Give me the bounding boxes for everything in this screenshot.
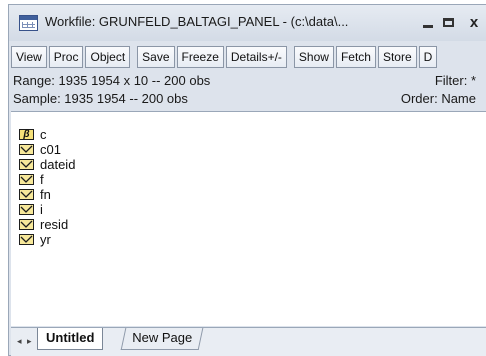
proc-button[interactable]: Proc	[48, 46, 84, 68]
object-label: fn	[40, 187, 51, 202]
sample-text[interactable]: Sample: 1935 1954 -- 200 obs	[13, 91, 188, 106]
page-tab-bar: ◂ ▸ Untitled New Page	[11, 327, 486, 356]
object-label: f	[40, 172, 44, 187]
object-item-yr[interactable]: yr	[19, 232, 51, 247]
freeze-button[interactable]: Freeze	[176, 46, 224, 68]
title-bar[interactable]: Workfile: GRUNFELD_BALTAGI_PANEL - (c:\d…	[9, 5, 486, 41]
object-label: i	[40, 202, 43, 217]
object-label: dateid	[40, 157, 76, 172]
fetch-button[interactable]: Fetch	[335, 46, 376, 68]
maximize-icon	[443, 18, 454, 27]
details-button[interactable]: Details+/-	[225, 46, 287, 68]
tab-new-page-label: New Page	[132, 330, 193, 345]
save-button[interactable]: Save	[137, 46, 175, 68]
object-label: c01	[40, 142, 61, 157]
tab-new-page[interactable]: New Page	[120, 328, 204, 350]
workfile-window: Workfile: GRUNFELD_BALTAGI_PANEL - (c:\d…	[8, 4, 486, 356]
object-label: c	[40, 127, 47, 142]
minimize-icon	[423, 25, 433, 28]
object-item-c[interactable]: β c	[19, 127, 47, 142]
object-item-dateid[interactable]: dateid	[19, 157, 76, 172]
object-item-c01[interactable]: c01	[19, 142, 61, 157]
tab-scroll-right-icon[interactable]: ▸	[27, 336, 32, 347]
coef-vector-icon: β	[19, 129, 34, 140]
tab-scroll-left-icon[interactable]: ◂	[17, 336, 22, 347]
minimize-button[interactable]	[418, 13, 438, 33]
object-item-i[interactable]: i	[19, 202, 43, 217]
view-button[interactable]: View	[11, 46, 47, 68]
close-button[interactable]: x	[464, 13, 484, 33]
workfile-app-icon	[19, 15, 38, 31]
range-text[interactable]: Range: 1935 1954 x 10 -- 200 obs	[13, 73, 210, 88]
series-icon	[19, 159, 34, 170]
tab-untitled[interactable]: Untitled	[37, 328, 104, 350]
object-item-fn[interactable]: fn	[19, 187, 51, 202]
series-icon	[19, 144, 34, 155]
maximize-button[interactable]	[439, 13, 459, 33]
object-list[interactable]: β c c01 dateid f fn i resid yr	[11, 111, 486, 326]
order-text[interactable]: Order: Name	[401, 91, 476, 106]
workfile-toolbar: View Proc Object Save Freeze Details+/- …	[9, 46, 486, 70]
object-item-resid[interactable]: resid	[19, 217, 69, 232]
delete-button[interactable]: D	[418, 46, 438, 68]
object-label: yr	[40, 232, 51, 247]
series-icon	[19, 219, 34, 230]
filter-text[interactable]: Filter: *	[435, 73, 476, 88]
window-title: Workfile: GRUNFELD_BALTAGI_PANEL - (c:\d…	[45, 14, 349, 29]
sample-row: Sample: 1935 1954 -- 200 obs Order: Name	[13, 91, 486, 109]
object-item-f[interactable]: f	[19, 172, 44, 187]
range-row: Range: 1935 1954 x 10 -- 200 obs Filter:…	[13, 73, 486, 91]
store-button[interactable]: Store	[377, 46, 417, 68]
series-icon	[19, 174, 34, 185]
series-icon	[19, 204, 34, 215]
object-button[interactable]: Object	[85, 46, 131, 68]
object-label: resid	[40, 217, 69, 232]
series-icon	[19, 189, 34, 200]
series-icon	[19, 234, 34, 245]
show-button[interactable]: Show	[293, 46, 334, 68]
